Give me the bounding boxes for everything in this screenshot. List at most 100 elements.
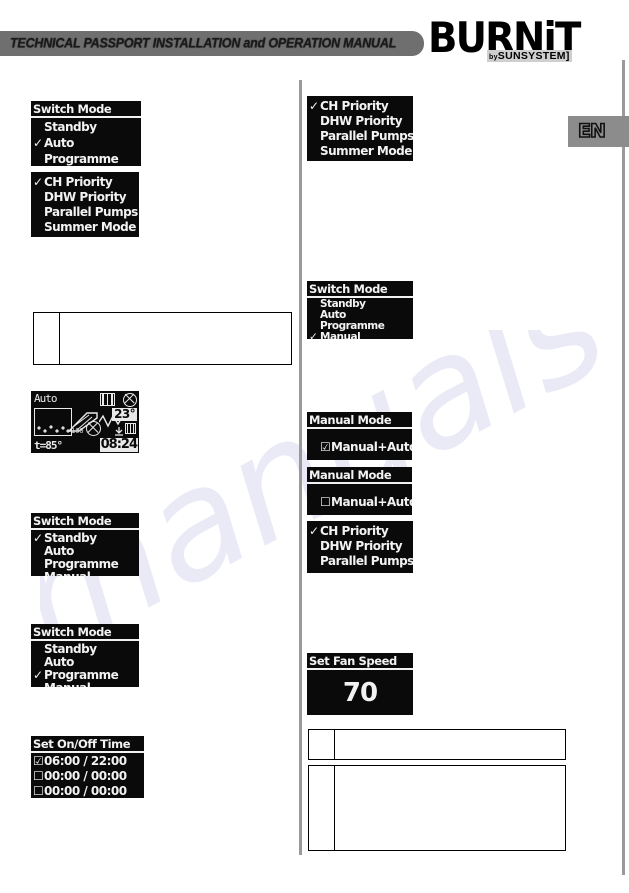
lcd-manual-mode-unchecked[interactable]: Manual Mode ☐ Manual+Auto [307,467,412,515]
menu-item[interactable]: ☑ Manual+Auto [307,441,412,454]
panel-title: Manual Mode [307,467,412,484]
clock-value: 08:24 [99,437,138,452]
radiator-icon [100,393,115,406]
menu-item-label: Programme [44,152,119,166]
menu-item-label: Auto [44,136,74,150]
table-cell-body [335,766,565,850]
menu-item[interactable]: DHW Priority [307,540,413,553]
menu-item[interactable]: ✓ Manual [307,331,413,340]
logo-subbrand-text: SUNSYSTEM] [497,50,570,62]
panel-title: Manual Mode [307,412,412,429]
status-top-bar: Auto [31,391,139,407]
lcd-priority-list-4[interactable]: ✓ CH Priority DHW Priority Parallel Pump… [31,172,139,237]
lcd-switch-mode-standby[interactable]: Switch Mode ✓ Standby Auto Programme Man… [31,513,139,576]
lcd-set-on-off-time[interactable]: Set On/Off Time ☑ 06:00 / 22:00 ☐ 00:00 … [31,736,144,798]
manual-page: manualslib.com TECHNICAL PASSPORT INSTAL… [0,0,629,893]
time-range-value: 00:00 / 00:00 [44,784,127,798]
menu-item-label: Manual+Auto [331,440,412,454]
boiler-temperature-value: t=85° [34,439,63,452]
lcd-switch-mode-programme[interactable]: Switch Mode Standby Auto ✓ Programme Man… [31,624,139,687]
language-tab-label: EN [577,120,606,142]
panel-title: Switch Mode [307,281,413,298]
pellet-fuel-icon [36,425,70,434]
menu-item-label: Parallel Pumps [320,129,413,143]
lcd-switch-mode-auto[interactable]: Switch Mode Standby ✓ Auto Programme [31,101,141,166]
menu-item[interactable]: ☐ Manual+Auto [307,496,412,509]
menu-item-label: Manual [44,682,91,688]
logo-by-prefix: by [489,54,498,61]
menu-item[interactable]: Summer Mode [31,221,139,234]
checkbox-icon[interactable]: ☑ [320,441,331,454]
menu-item-label: Manual+Auto [331,495,412,509]
menu-item[interactable]: ☐ 00:00 / 00:00 [31,785,144,798]
panel-title: Switch Mode [31,101,141,118]
fan-speed-value: 70 [342,678,378,708]
table-cell-body [60,313,291,364]
menu-item-label: CH Priority [320,99,389,113]
menu-item[interactable]: DHW Priority [31,191,139,204]
checkbox-icon[interactable]: ☑ [33,755,44,768]
table-cell-body [335,730,565,759]
menu-item-label: Manual [44,571,91,577]
menu-item-label: DHW Priority [44,190,127,204]
radiator-small-icon [125,423,136,434]
menu-item-label: Summer Mode [44,220,136,234]
menu-item[interactable]: Parallel Pumps [31,206,139,219]
menu-item-label: Standby [44,120,97,134]
lcd-priority-list-3[interactable]: ✓ CH Priority DHW Priority Parallel Pump… [307,521,413,573]
time-range-value: 06:00 / 22:00 [44,754,127,768]
menu-item-label: CH Priority [320,524,389,538]
panel-title: Set Fan Speed [307,653,413,670]
selection-mark: ✓ [33,668,43,682]
lcd-manual-mode-checked[interactable]: Manual Mode ☑ Manual+Auto [307,412,412,460]
fan-icon [123,393,137,407]
logo-subbrand: bySUNSYSTEM] [487,50,572,62]
menu-item[interactable]: ☐ 00:00 / 00:00 [31,770,144,783]
menu-item[interactable]: Standby [31,121,141,134]
burnit-logo: BURNiT bySUNSYSTEM] [428,13,581,66]
menu-item[interactable]: ✓ CH Priority [307,100,413,113]
menu-item[interactable]: ☑ 06:00 / 22:00 [31,755,144,768]
table-empty-right-bottom [308,765,566,851]
menu-item[interactable]: ✓ CH Priority [31,176,139,189]
menu-item[interactable]: Summer Mode [307,145,413,158]
selection-mark: ✓ [33,136,43,150]
menu-item[interactable]: Manual [31,571,139,577]
table-cell-index [309,730,335,759]
checkbox-icon[interactable]: ☐ [320,496,331,509]
checkbox-icon[interactable]: ☐ [33,785,44,798]
menu-item[interactable]: Parallel Pumps [307,555,413,568]
menu-item-label: CH Priority [44,175,113,189]
lcd-switch-mode-manual[interactable]: Switch Mode Standby Auto Programme ✓ Man… [307,281,413,339]
status-bottom-bar: t=85° 08:24 [31,438,139,453]
time-range-value: 00:00 / 00:00 [44,769,127,783]
panel-title: Set On/Off Time [31,736,144,753]
menu-item-label: DHW Priority [320,539,403,553]
checkbox-icon[interactable]: ☐ [33,770,44,783]
right-edge-rule [622,60,625,875]
menu-item[interactable]: ✓ Auto [31,137,141,150]
menu-item-label: Manual [320,331,361,340]
table-empty-left [33,312,292,365]
status-mode-label: Auto [34,392,57,405]
selection-mark: ✓ [33,175,43,189]
selection-mark: ✓ [309,331,318,340]
header-banner: TECHNICAL PASSPORT INSTALLATION and OPER… [0,31,424,56]
lcd-priority-list-4-right[interactable]: ✓ CH Priority DHW Priority Parallel Pump… [307,96,413,161]
menu-item[interactable]: Manual [31,682,139,688]
menu-item[interactable]: Parallel Pumps [307,130,413,143]
lcd-status-screen[interactable]: Auto 100 23° t=85° 08:24 [31,391,139,453]
pump-icon [114,423,124,436]
menu-item-label: DHW Priority [320,114,403,128]
room-temperature-value: 23° [112,407,137,421]
status-percent-label: 100 [71,427,84,435]
lcd-set-fan-speed[interactable]: Set Fan Speed 70 [307,653,413,715]
selection-mark: ✓ [309,524,319,538]
menu-item[interactable]: DHW Priority [307,115,413,128]
menu-item[interactable]: ✓ CH Priority [307,525,413,538]
selection-mark: ✓ [33,531,43,545]
language-tab-en[interactable]: EN [568,116,629,147]
panel-title: Switch Mode [31,624,139,641]
panel-title: Switch Mode [31,513,139,530]
menu-item[interactable]: Programme [31,153,141,166]
